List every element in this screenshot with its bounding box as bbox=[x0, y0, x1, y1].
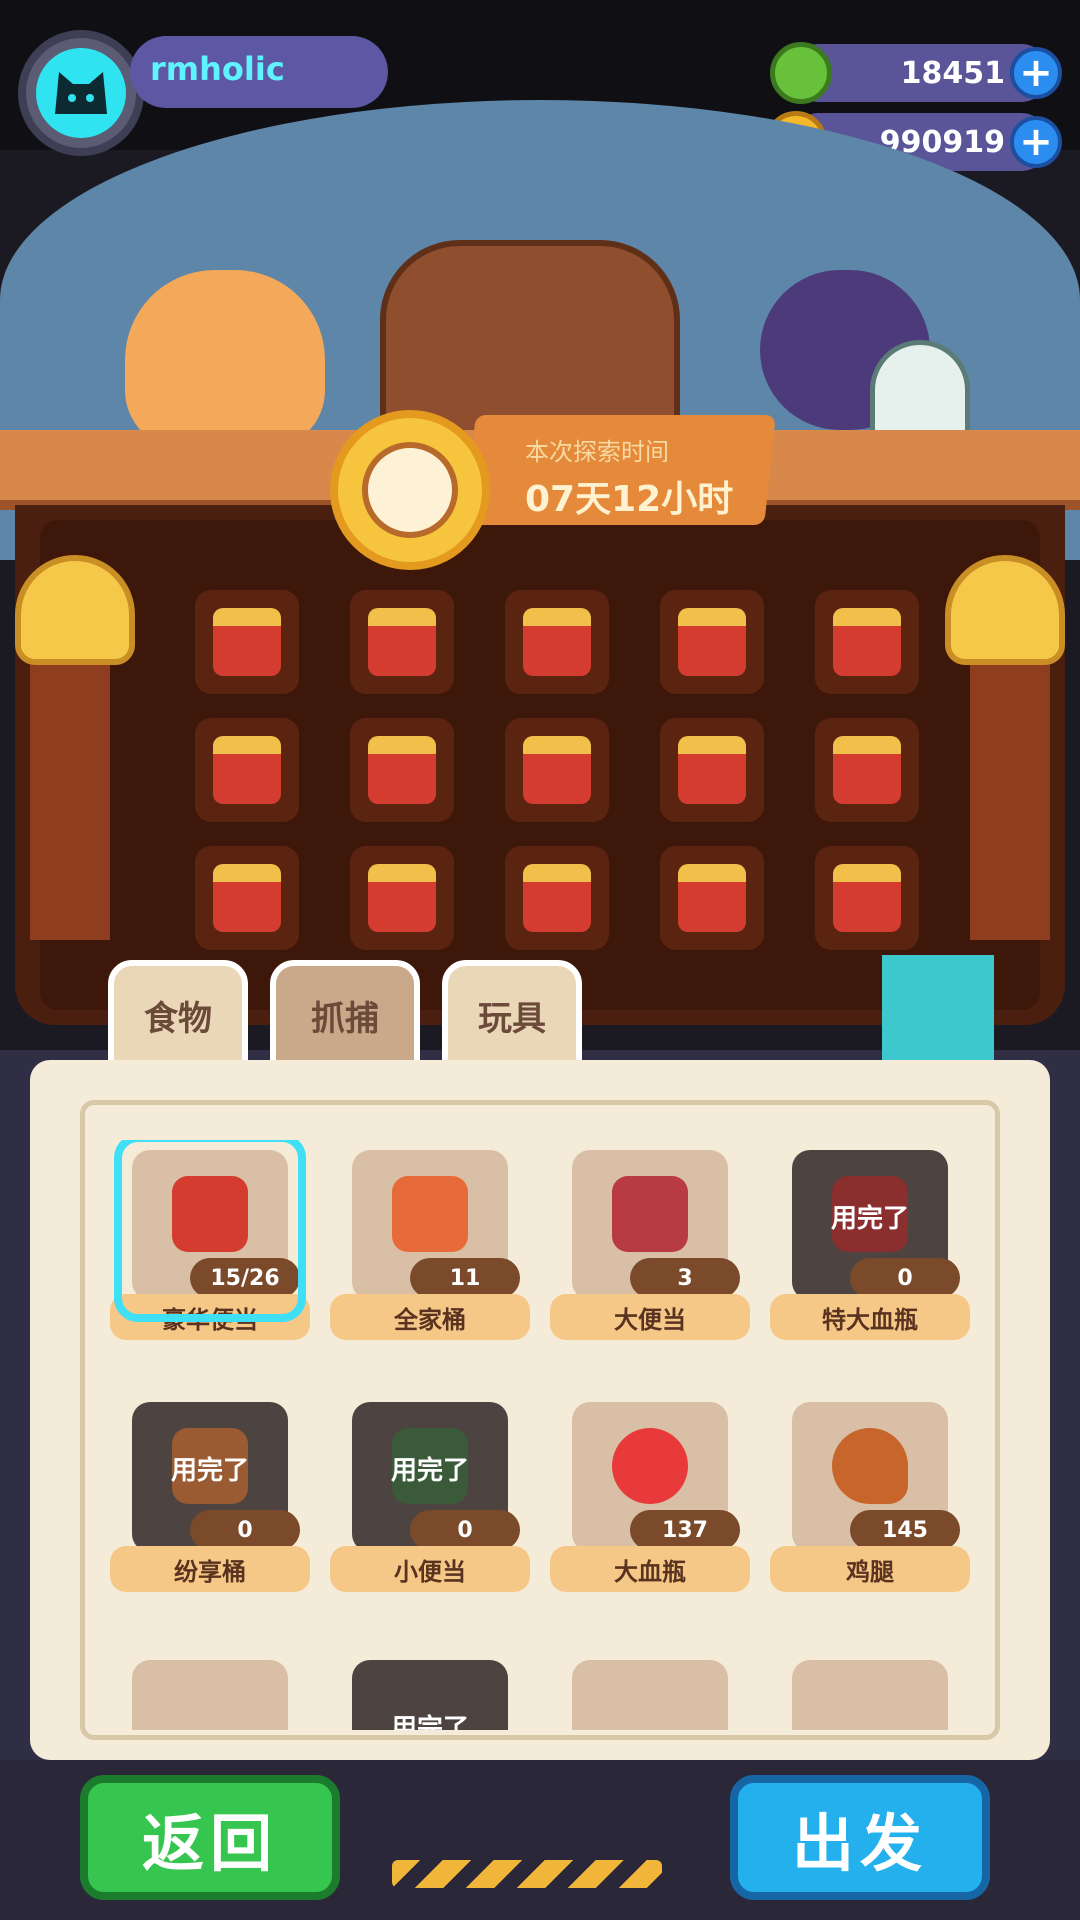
used-up-label: 用完了 bbox=[170, 1456, 249, 1486]
used-up-label: 用完了 bbox=[390, 1456, 469, 1486]
right-banner bbox=[970, 640, 1050, 940]
right-bell-icon bbox=[945, 555, 1065, 665]
item-card[interactable] bbox=[770, 1650, 970, 1730]
back-button[interactable]: 返回 bbox=[80, 1775, 340, 1900]
bento-deluxe-icon bbox=[368, 864, 436, 932]
tab-toys-label: 玩具 bbox=[478, 998, 546, 1039]
loot-slot[interactable] bbox=[505, 590, 609, 694]
tab-capture[interactable]: 抓捕 bbox=[270, 960, 420, 1070]
orange-cat-character bbox=[125, 270, 325, 450]
bento-deluxe-icon bbox=[368, 736, 436, 804]
hazard-stripe bbox=[392, 1860, 662, 1888]
player-name: rmholic bbox=[150, 50, 285, 88]
item-card[interactable]: 145 鸡腿 bbox=[770, 1392, 970, 1592]
item-count: 0 bbox=[850, 1258, 960, 1298]
item-card[interactable]: 用完了 bbox=[330, 1650, 530, 1730]
item-card[interactable] bbox=[110, 1650, 310, 1730]
loot-slot[interactable] bbox=[660, 590, 764, 694]
item-card[interactable]: 用完了 0 小便当 bbox=[330, 1392, 530, 1592]
bento-deluxe-icon bbox=[368, 608, 436, 676]
item-name: 全家桶 bbox=[330, 1294, 530, 1340]
loot-slot[interactable] bbox=[350, 590, 454, 694]
backpack-image bbox=[380, 240, 680, 440]
item-count: 3 bbox=[630, 1258, 740, 1298]
tab-food[interactable]: 食物 bbox=[108, 960, 248, 1070]
timer-value: 07天12小时 bbox=[525, 479, 734, 520]
selection-frame bbox=[114, 1140, 306, 1322]
timer-label: 本次探索时间 bbox=[525, 438, 669, 466]
potion-bookmark-icon[interactable] bbox=[882, 955, 994, 1075]
item-card[interactable]: 用完了 0 纷享桶 bbox=[110, 1392, 310, 1592]
big-bento-icon bbox=[612, 1176, 688, 1252]
item-count: 145 bbox=[850, 1510, 960, 1550]
item-name: 鸡腿 bbox=[770, 1546, 970, 1592]
item-card[interactable]: 3 大便当 bbox=[550, 1140, 750, 1340]
loot-slot[interactable] bbox=[815, 718, 919, 822]
loot-slot[interactable] bbox=[815, 590, 919, 694]
bento-deluxe-icon bbox=[213, 864, 281, 932]
loot-slot[interactable] bbox=[660, 846, 764, 950]
loot-slot[interactable] bbox=[660, 718, 764, 822]
item-name: 大血瓶 bbox=[550, 1546, 750, 1592]
loot-slot[interactable] bbox=[350, 846, 454, 950]
bento-deluxe-icon bbox=[523, 864, 591, 932]
item-count: 137 bbox=[630, 1510, 740, 1550]
depart-button[interactable]: 出发 bbox=[730, 1775, 990, 1900]
bento-deluxe-icon bbox=[678, 864, 746, 932]
loot-slot[interactable] bbox=[815, 846, 919, 950]
item-card[interactable]: 137 大血瓶 bbox=[550, 1392, 750, 1592]
potion-icon bbox=[612, 1428, 688, 1504]
loot-slot[interactable] bbox=[195, 846, 299, 950]
add-coins-button[interactable]: + bbox=[1010, 116, 1062, 168]
family-bucket-icon bbox=[392, 1176, 468, 1252]
gem-amount: 18451 bbox=[900, 56, 1005, 91]
loot-slot[interactable] bbox=[195, 590, 299, 694]
bento-deluxe-icon bbox=[678, 608, 746, 676]
item-name: 特大血瓶 bbox=[770, 1294, 970, 1340]
depart-button-label: 出发 bbox=[791, 1806, 928, 1880]
bento-deluxe-icon bbox=[678, 736, 746, 804]
tab-food-label: 食物 bbox=[144, 998, 212, 1039]
back-button-label: 返回 bbox=[141, 1806, 278, 1880]
item-card[interactable]: 15/26 豪华便当 bbox=[110, 1140, 310, 1340]
left-bell-icon bbox=[15, 555, 135, 665]
bento-deluxe-icon bbox=[833, 736, 901, 804]
tab-capture-label: 抓捕 bbox=[311, 998, 379, 1039]
loot-slot[interactable] bbox=[350, 718, 454, 822]
loot-slot[interactable] bbox=[195, 718, 299, 822]
item-count: 0 bbox=[410, 1510, 520, 1550]
item-card[interactable]: 11 全家桶 bbox=[330, 1140, 530, 1340]
used-up-label: 用完了 bbox=[830, 1204, 909, 1234]
item-name: 大便当 bbox=[550, 1294, 750, 1340]
item-list: 15/26 豪华便当 11 全家桶 3 大便当 用完了 0 特大血瓶 用完了 0… bbox=[110, 1140, 980, 1730]
item-count: 0 bbox=[190, 1510, 300, 1550]
item-name: 小便当 bbox=[330, 1546, 530, 1592]
bento-deluxe-icon bbox=[833, 608, 901, 676]
loot-slot[interactable] bbox=[505, 718, 609, 822]
drumstick-icon bbox=[832, 1428, 908, 1504]
item-card[interactable]: 用完了 0 特大血瓶 bbox=[770, 1140, 970, 1340]
item-name: 纷享桶 bbox=[110, 1546, 310, 1592]
add-gems-button[interactable]: + bbox=[1010, 47, 1062, 99]
used-up-label: 用完了 bbox=[390, 1714, 469, 1730]
item-tile bbox=[132, 1660, 288, 1730]
bento-deluxe-icon bbox=[523, 736, 591, 804]
bento-deluxe-icon bbox=[213, 736, 281, 804]
item-tile bbox=[572, 1660, 728, 1730]
avatar[interactable] bbox=[36, 48, 126, 138]
bento-deluxe-icon bbox=[523, 608, 591, 676]
bento-deluxe-icon bbox=[213, 608, 281, 676]
bento-deluxe-icon bbox=[833, 864, 901, 932]
item-card[interactable] bbox=[550, 1650, 750, 1730]
clock-icon bbox=[330, 410, 490, 570]
loot-slot[interactable] bbox=[505, 846, 609, 950]
cat-face-icon bbox=[55, 72, 107, 114]
tab-toys[interactable]: 玩具 bbox=[442, 960, 582, 1070]
left-banner bbox=[30, 640, 110, 940]
item-tile bbox=[792, 1660, 948, 1730]
item-count: 11 bbox=[410, 1258, 520, 1298]
